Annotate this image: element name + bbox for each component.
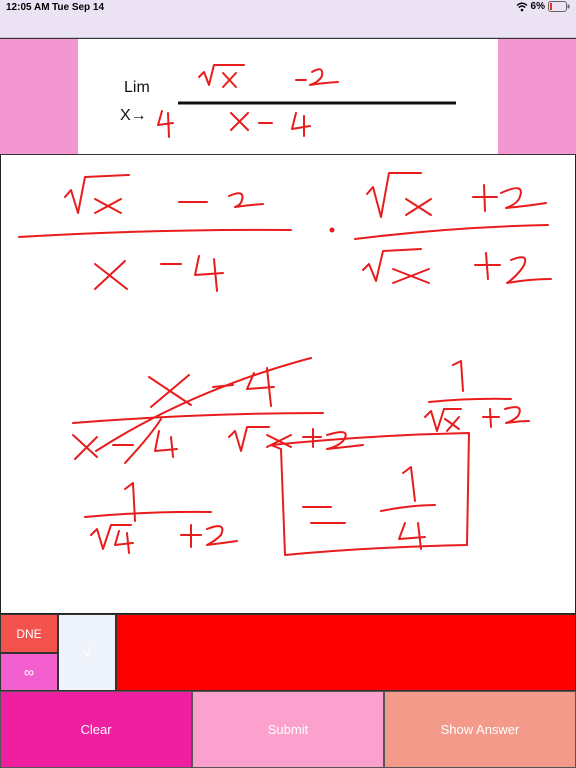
handwriting-canvas[interactable] (0, 155, 576, 614)
clear-button[interactable]: Clear (0, 691, 192, 768)
handwritten-work (18, 172, 552, 556)
infinity-key[interactable]: ∞ (0, 653, 58, 691)
sqrt-key[interactable]: √ (58, 614, 116, 691)
status-time: 12:05 AM (6, 2, 50, 13)
problem-side-panel-right (498, 39, 576, 154)
status-indicators: 6% (516, 1, 570, 12)
show-answer-button[interactable]: Show Answer (384, 691, 576, 768)
status-date: Tue Sep 14 (52, 2, 105, 13)
wifi-icon (516, 2, 528, 12)
status-bar: 12:05 AM Tue Sep 14 6% (0, 0, 576, 38)
problem-area: Lim X→ (0, 38, 576, 155)
answer-input[interactable] (116, 614, 576, 691)
dne-key[interactable]: DNE (0, 614, 58, 653)
problem-side-panel-left (0, 39, 78, 154)
answer-keypad: DNE ∞ √ (0, 614, 576, 691)
battery-percentage: 6% (530, 1, 545, 12)
problem-card: Lim X→ (78, 39, 498, 154)
submit-button[interactable]: Submit (192, 691, 384, 768)
problem-expression (157, 64, 456, 138)
battery-icon (548, 1, 570, 12)
action-bar: Clear Submit Show Answer (0, 691, 576, 768)
